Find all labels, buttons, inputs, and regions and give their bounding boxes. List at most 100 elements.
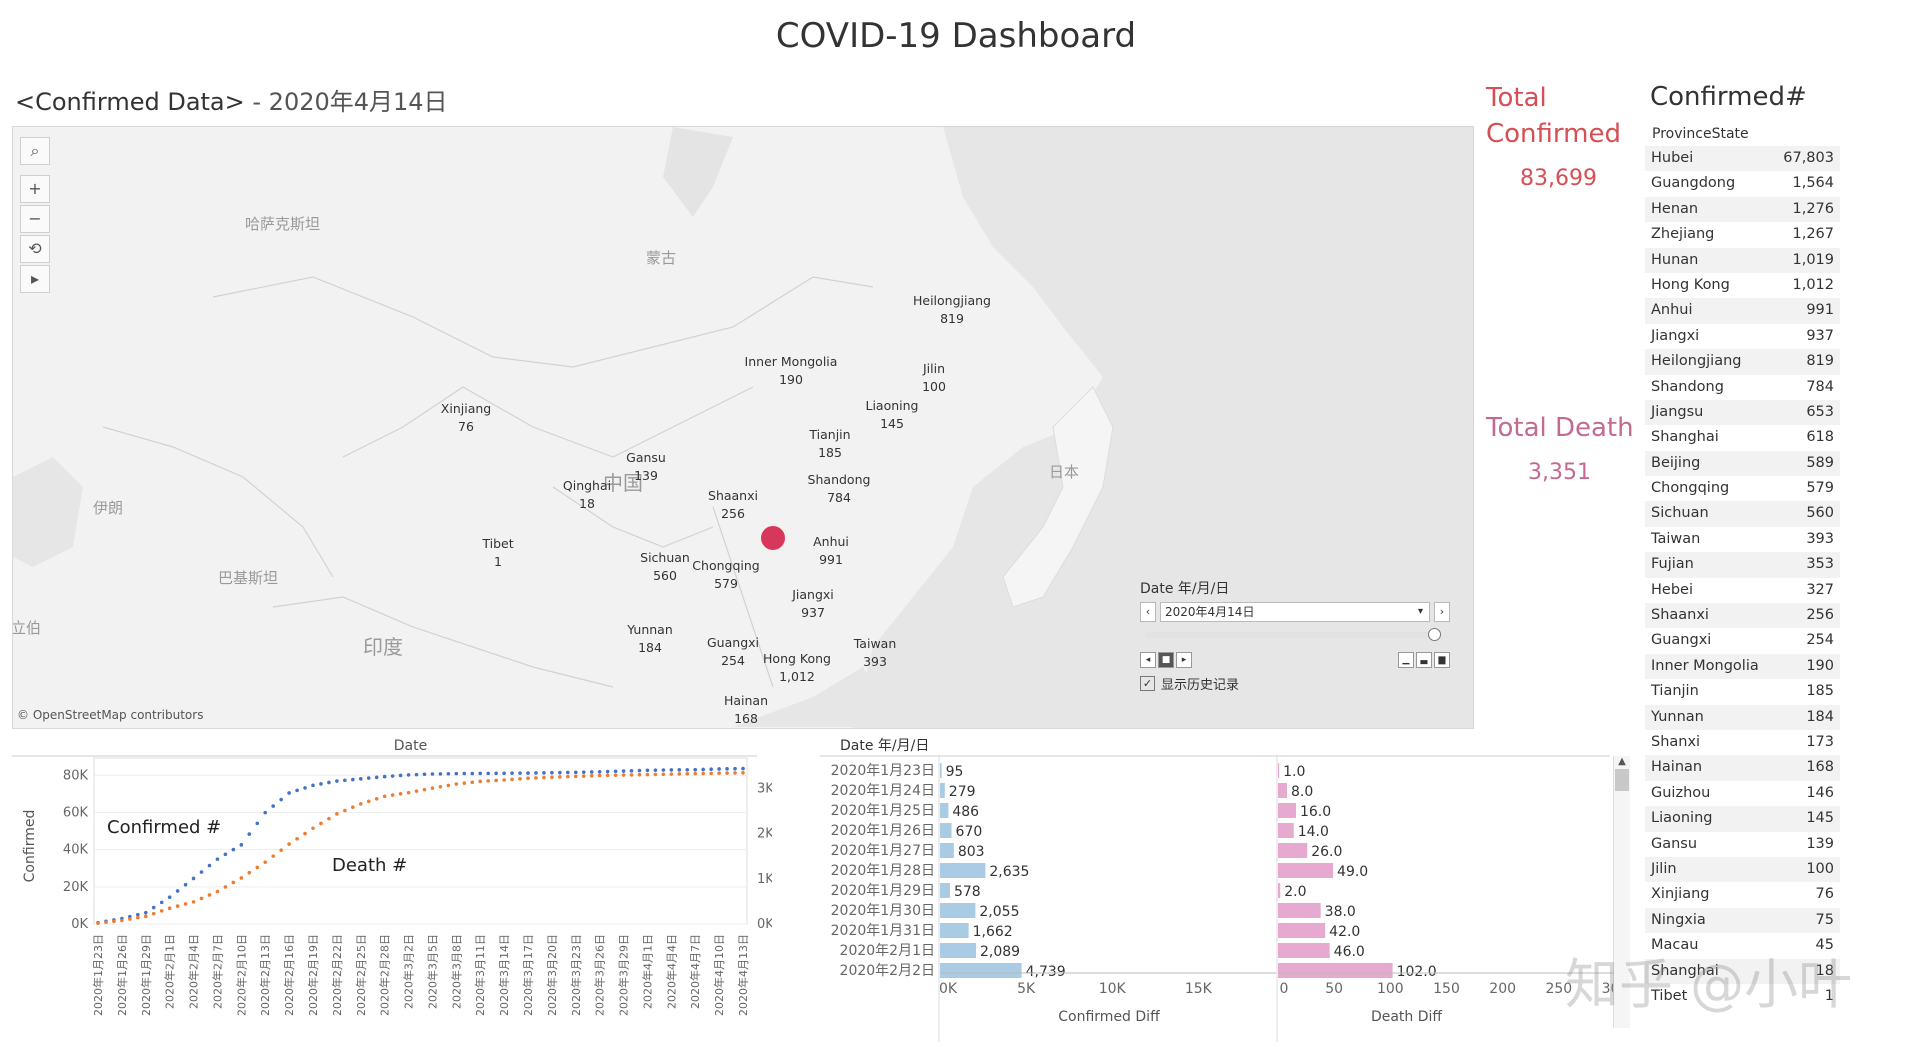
date-select[interactable]: 2020年4月14日 ▾: [1160, 602, 1430, 622]
table-row[interactable]: Jiangxi 937: [1645, 324, 1840, 349]
row-confirmed: 393: [1806, 530, 1834, 547]
table-row[interactable]: Hunan 1,019: [1645, 247, 1840, 273]
table-row[interactable]: Shanxi 173: [1645, 730, 1840, 755]
pause-icon[interactable]: ■: [1158, 652, 1174, 668]
table-row[interactable]: Tianjin 185: [1645, 679, 1840, 704]
table-row[interactable]: Shaanxi 256: [1645, 603, 1840, 629]
data-point: [446, 771, 451, 776]
table-row[interactable]: Zhejiang 1,267: [1645, 222, 1840, 247]
data-point: [558, 775, 562, 779]
confirmed-diff-bar: [940, 803, 949, 818]
confirmed-diff-label: 486: [952, 804, 979, 820]
province-label[interactable]: Sichuan 560: [640, 549, 690, 585]
data-point: [351, 777, 355, 782]
table-row[interactable]: Shandong 784: [1645, 375, 1840, 400]
bar-category-label: 2020年1月26日: [831, 823, 935, 839]
table-row[interactable]: Anhui 991: [1645, 298, 1840, 324]
table-row[interactable]: Heilongjiang 819: [1645, 349, 1840, 375]
province-label[interactable]: Taiwan 393: [854, 635, 897, 671]
province-label[interactable]: Shandong 784: [808, 471, 871, 507]
table-row[interactable]: Hainan 168: [1645, 755, 1840, 781]
province-label[interactable]: Chongqing 579: [692, 557, 759, 593]
table-row[interactable]: Xinjiang 76: [1645, 882, 1840, 907]
table-row[interactable]: Chongqing 579: [1645, 476, 1840, 501]
step-back-icon[interactable]: ◂: [1140, 652, 1156, 668]
table-row[interactable]: Jiangsu 653: [1645, 399, 1840, 426]
speed-medium-icon[interactable]: ▃: [1416, 652, 1432, 668]
zoom-in-icon[interactable]: +: [20, 175, 50, 203]
data-point: [120, 918, 124, 923]
expand-tools-icon[interactable]: ▸: [20, 265, 50, 293]
x-tick-label: 2020年2月7日: [210, 934, 224, 1009]
province-label[interactable]: Hong Kong 1,012: [763, 650, 831, 686]
daily-diff-bar-charts[interactable]: 2020年1月23日 95 1.0 2020年1月24日 279 8.0 2020年1月25…: [820, 752, 1620, 1047]
data-point: [446, 783, 451, 788]
confirmed-diff-label: 803: [958, 844, 985, 860]
table-row[interactable]: Ningxia 75: [1645, 907, 1840, 934]
table-row[interactable]: Sichuan 560: [1645, 501, 1840, 527]
zoom-out-icon[interactable]: −: [20, 205, 50, 233]
date-slider[interactable]: [1145, 628, 1441, 641]
data-point: [717, 767, 721, 771]
province-label[interactable]: Tibet 1: [482, 535, 513, 571]
y2-tick-label: 3K: [757, 782, 772, 797]
data-point: [343, 808, 347, 813]
province-label[interactable]: Shaanxi 256: [708, 487, 758, 523]
province-label[interactable]: Jiangxi 937: [792, 586, 834, 622]
scroll-up-icon[interactable]: ▲: [1614, 756, 1630, 767]
table-row[interactable]: Liaoning 145: [1645, 806, 1840, 832]
speed-fast-icon[interactable]: ▆: [1434, 652, 1450, 668]
data-point: [374, 797, 379, 801]
reset-view-icon[interactable]: ⟲: [20, 235, 50, 263]
next-date-button[interactable]: ›: [1434, 602, 1450, 622]
table-row[interactable]: Henan 1,276: [1645, 196, 1840, 223]
province-label[interactable]: Liaoning 145: [866, 397, 919, 433]
table-row[interactable]: Hebei 327: [1645, 578, 1840, 603]
row-confirmed: 991: [1806, 302, 1834, 319]
province-label[interactable]: Inner Mongolia 190: [745, 353, 838, 389]
province-label[interactable]: Hainan 168: [724, 692, 768, 728]
province-label[interactable]: Jilin 100: [922, 360, 946, 396]
death-diff-label: 2.0: [1284, 884, 1306, 900]
hubei-bubble[interactable]: [761, 526, 785, 550]
cumulative-line-chart[interactable]: Date 0K 20K 40K 60K 80K 0K 1K 2K 3K Confirmed Death…: [12, 736, 772, 1036]
death-diff-label: 26.0: [1311, 844, 1342, 860]
province-label[interactable]: Guangxi 254: [707, 634, 759, 670]
table-row[interactable]: Guangxi 254: [1645, 628, 1840, 653]
x-tick-label: 2020年2月16日: [282, 934, 296, 1016]
table-row[interactable]: Shanghai 618: [1645, 425, 1840, 450]
map-attribution[interactable]: © OpenStreetMap contributors: [17, 708, 203, 722]
data-point: [621, 773, 626, 777]
data-point: [661, 772, 666, 777]
province-label[interactable]: Gansu 139: [626, 449, 666, 485]
data-point: [327, 780, 331, 785]
table-row[interactable]: Taiwan 393: [1645, 527, 1840, 552]
scroll-thumb[interactable]: [1615, 769, 1629, 791]
table-row[interactable]: Fujian 353: [1645, 552, 1840, 578]
table-row[interactable]: Jilin 100: [1645, 856, 1840, 883]
province-label[interactable]: Qinghai 18: [563, 477, 611, 513]
map-search-icon[interactable]: ⌕: [20, 137, 50, 165]
row-confirmed: 184: [1806, 708, 1834, 725]
table-row[interactable]: Gansu 139: [1645, 832, 1840, 857]
play-icon[interactable]: ▸: [1176, 652, 1192, 668]
province-label[interactable]: Anhui 991: [813, 533, 849, 569]
table-row[interactable]: Beijing 589: [1645, 450, 1840, 477]
province-label[interactable]: Tianjin 185: [809, 426, 850, 462]
table-row[interactable]: Hubei 67,803: [1645, 146, 1840, 172]
table-row[interactable]: Guangdong 1,564: [1645, 171, 1840, 196]
province-label[interactable]: Xinjiang 76: [441, 400, 491, 436]
province-label[interactable]: Heilongjiang 819: [913, 292, 991, 328]
data-point: [255, 821, 260, 826]
date-slider-handle[interactable]: [1428, 628, 1441, 641]
table-row[interactable]: Guizhou 146: [1645, 781, 1840, 806]
table-row[interactable]: Inner Mongolia 190: [1645, 653, 1840, 680]
show-history-checkbox[interactable]: ✓: [1140, 676, 1155, 691]
table-row[interactable]: Hong Kong 1,012: [1645, 273, 1840, 298]
speed-slow-icon[interactable]: ▁: [1398, 652, 1414, 668]
total-death-card: Total Death 3,351: [1486, 410, 1636, 485]
prev-date-button[interactable]: ‹: [1140, 602, 1156, 622]
x-tick-label: 2020年1月29日: [139, 934, 153, 1016]
table-row[interactable]: Yunnan 184: [1645, 704, 1840, 730]
province-label[interactable]: Yunnan 184: [627, 621, 673, 657]
